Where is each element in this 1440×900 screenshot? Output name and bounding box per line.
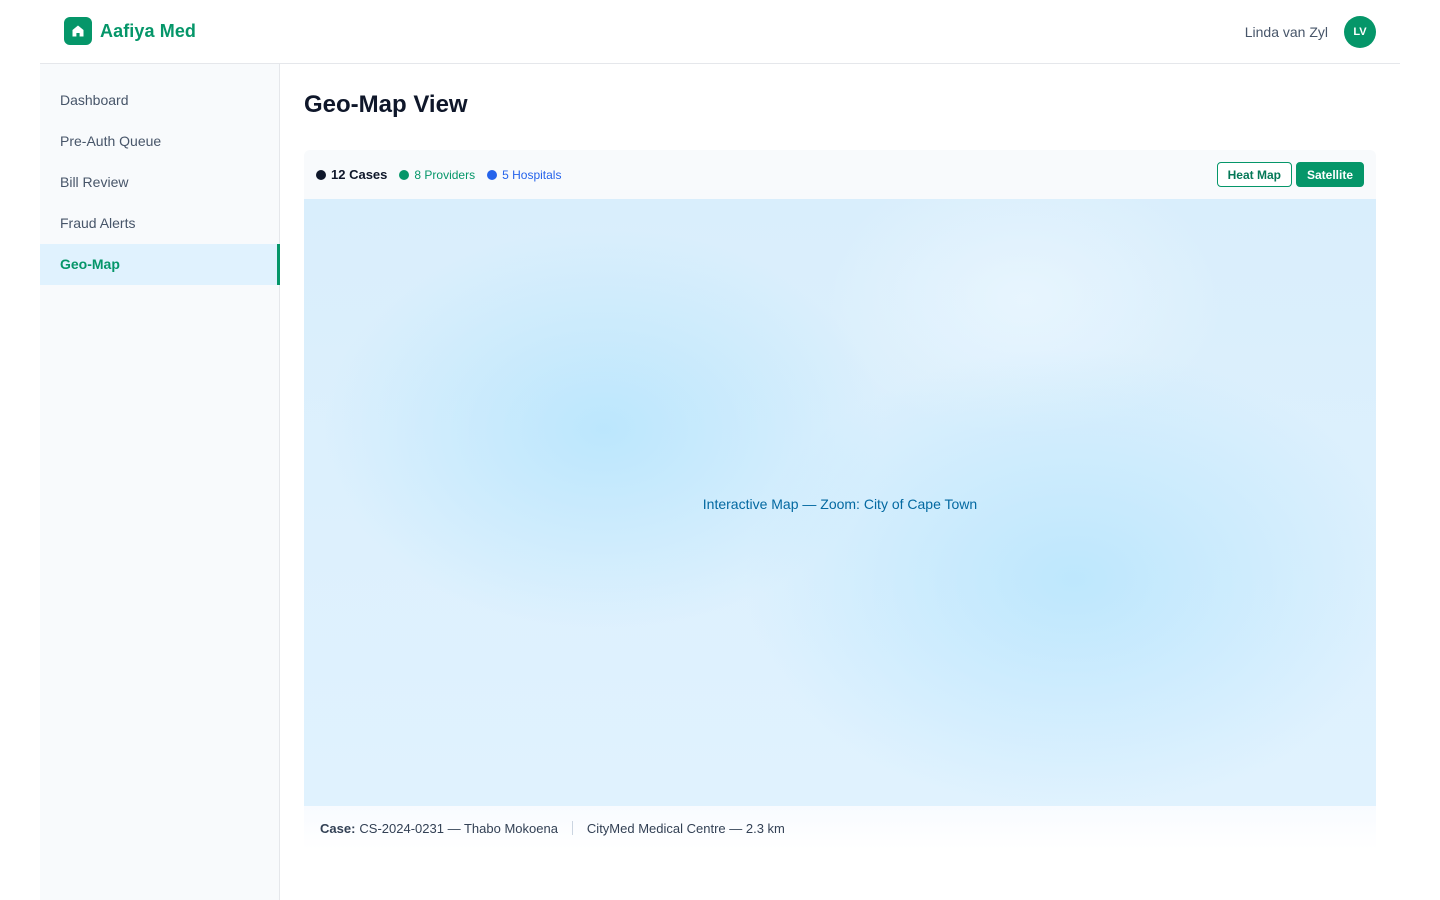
providers-dot-icon (399, 169, 410, 180)
top-header: Aafiya Med Linda van Zyl LV (40, 0, 1400, 64)
sidebar-item-bill-review[interactable]: Bill Review (40, 162, 279, 203)
legend-providers: 8 Providers (399, 168, 475, 182)
interactive-map[interactable]: Interactive Map — Zoom: City of Cape Tow… (304, 199, 1376, 806)
sidebar-item-pre-auth-queue[interactable]: Pre-Auth Queue (40, 121, 279, 162)
brand[interactable]: Aafiya Med (64, 17, 196, 45)
map-placeholder-label: Interactive Map — Zoom: City of Cape Tow… (702, 495, 978, 512)
sidebar-item-fraud-alerts[interactable]: Fraud Alerts (40, 203, 279, 244)
legend-hospitals-label: 5 Hospitals (502, 167, 562, 182)
user-name: Linda van Zyl (1244, 24, 1328, 40)
page-title: Geo-Map View (304, 91, 468, 118)
app-shell: Aafiya Med Linda van Zyl LV Dashboard Pr… (40, 0, 1400, 900)
sidebar: Dashboard Pre-Auth Queue Bill Review Fra… (40, 64, 280, 900)
facility-text: CityMed Medical Centre — 2.3 km (586, 820, 785, 836)
brand-name: Aafiya Med (100, 20, 197, 41)
hospitals-dot-icon (487, 169, 498, 180)
legend-providers-label: 8 Providers (414, 167, 476, 182)
heat-map-button[interactable]: Heat Map (1216, 162, 1292, 187)
sidebar-item-dashboard[interactable]: Dashboard (40, 80, 279, 121)
case-text: CS-2024-0231 — Thabo Mokoena (359, 820, 558, 836)
map-legend: 12 Cases 8 Providers 5 Hospitals (316, 167, 561, 182)
satellite-button[interactable]: Satellite (1295, 162, 1364, 187)
cases-dot-icon (316, 169, 326, 180)
user-menu[interactable]: Linda van Zyl LV (1245, 16, 1376, 48)
divider (571, 821, 573, 835)
legend-cases-label: 12 Cases (331, 167, 388, 182)
sidebar-item-geo-map[interactable]: Geo-Map (40, 244, 280, 285)
map-card: 12 Cases 8 Providers 5 Hospitals Heat Ma… (304, 150, 1376, 850)
map-toolbar: 12 Cases 8 Providers 5 Hospitals Heat Ma… (304, 150, 1376, 199)
map-view-toggles: Heat Map Satellite (1216, 162, 1364, 187)
selected-case-bar: Case: CS-2024-0231 — Thabo Mokoena CityM… (304, 806, 1376, 850)
case-label: Case: (320, 820, 356, 836)
legend-cases: 12 Cases (316, 167, 387, 182)
avatar[interactable]: LV (1344, 16, 1376, 48)
home-icon (64, 17, 92, 45)
legend-hospitals: 5 Hospitals (487, 168, 561, 182)
